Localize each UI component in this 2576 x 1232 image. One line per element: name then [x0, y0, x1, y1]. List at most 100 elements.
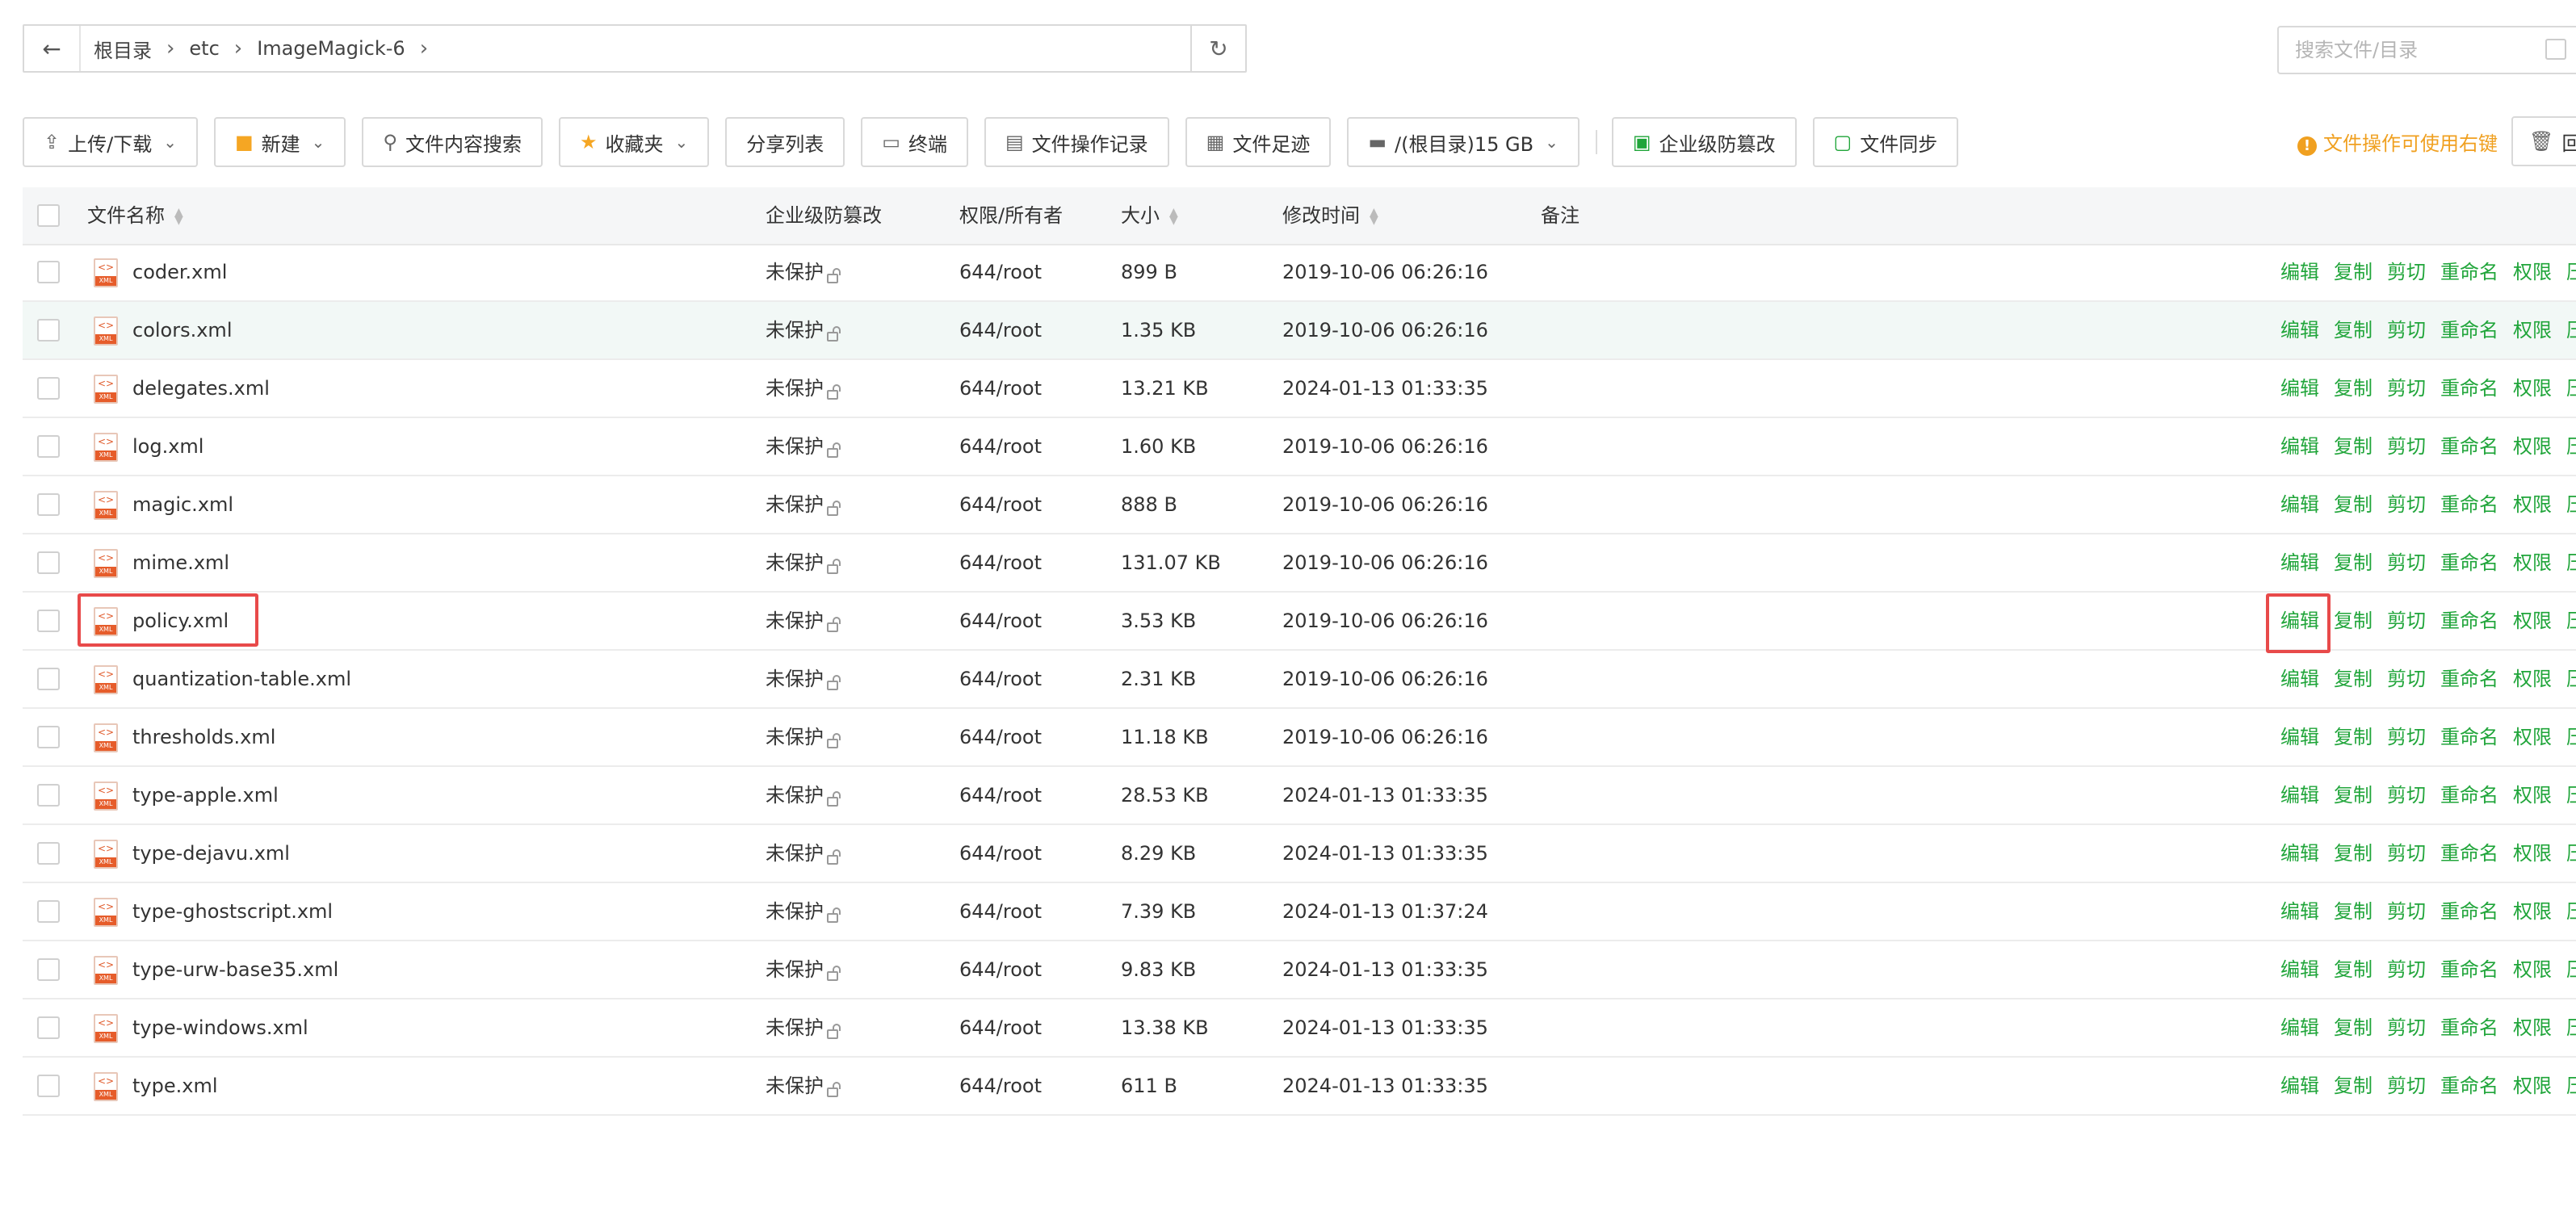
- disk-button[interactable]: ▬/(根目录)15 GB ⌄: [1347, 117, 1580, 167]
- edit-action[interactable]: 编辑: [2280, 668, 2319, 690]
- protect-status[interactable]: 未保护: [766, 476, 841, 533]
- table-row[interactable]: <> XML type-windows.xml 未保护 644/root 13.3…: [23, 999, 2576, 1058]
- compress-action[interactable]: 压: [2566, 493, 2576, 516]
- permission-owner[interactable]: 644/root: [959, 767, 1042, 823]
- permission-action[interactable]: 权限: [2513, 784, 2552, 807]
- rename-action[interactable]: 重命名: [2440, 551, 2498, 574]
- rename-action[interactable]: 重命名: [2440, 1016, 2498, 1039]
- permission-action[interactable]: 权限: [2513, 726, 2552, 748]
- row-checkbox[interactable]: [37, 1016, 60, 1039]
- compress-action[interactable]: 压: [2566, 842, 2576, 865]
- cut-action[interactable]: 剪切: [2387, 668, 2426, 690]
- rename-action[interactable]: 重命名: [2440, 726, 2498, 748]
- row-checkbox[interactable]: [37, 319, 60, 342]
- table-row[interactable]: <> XML colors.xml 未保护 644/root 1.35 KB 20…: [23, 302, 2576, 360]
- file-name[interactable]: type.xml: [132, 1058, 218, 1114]
- edit-action[interactable]: 编辑: [2280, 900, 2319, 923]
- protect-status[interactable]: 未保护: [766, 883, 841, 940]
- rename-action[interactable]: 重命名: [2440, 493, 2498, 516]
- edit-action[interactable]: 编辑: [2280, 958, 2319, 981]
- table-row[interactable]: <> XML delegates.xml 未保护 644/root 13.21 K…: [23, 360, 2576, 418]
- compress-action[interactable]: 压: [2566, 726, 2576, 748]
- protect-status[interactable]: 未保护: [766, 302, 841, 358]
- permission-owner[interactable]: 644/root: [959, 709, 1042, 765]
- copy-action[interactable]: 复制: [2334, 842, 2373, 865]
- rename-action[interactable]: 重命名: [2440, 842, 2498, 865]
- copy-action[interactable]: 复制: [2334, 1075, 2373, 1097]
- permission-owner[interactable]: 644/root: [959, 825, 1042, 882]
- edit-action[interactable]: 编辑: [2280, 435, 2319, 458]
- permission-action[interactable]: 权限: [2513, 377, 2552, 400]
- column-name[interactable]: 文件名称 ▲ ▼: [87, 187, 183, 244]
- protect-status[interactable]: 未保护: [766, 941, 841, 998]
- protect-status[interactable]: 未保护: [766, 418, 841, 475]
- permission-owner[interactable]: 644/root: [959, 360, 1042, 417]
- protect-status[interactable]: 未保护: [766, 1058, 841, 1114]
- recycle-bin-button[interactable]: 🗑 回: [2511, 116, 2576, 166]
- edit-action[interactable]: 编辑: [2280, 1075, 2319, 1097]
- permission-action[interactable]: 权限: [2513, 319, 2552, 342]
- copy-action[interactable]: 复制: [2334, 784, 2373, 807]
- permission-owner[interactable]: 644/root: [959, 534, 1042, 591]
- table-row[interactable]: <> XML magic.xml 未保护 644/root 888 B 2019-…: [23, 476, 2576, 534]
- copy-action[interactable]: 复制: [2334, 319, 2373, 342]
- permission-owner[interactable]: 644/root: [959, 244, 1042, 300]
- rename-action[interactable]: 重命名: [2440, 668, 2498, 690]
- edit-action[interactable]: 编辑: [2280, 551, 2319, 574]
- cut-action[interactable]: 剪切: [2387, 1016, 2426, 1039]
- permission-action[interactable]: 权限: [2513, 1016, 2552, 1039]
- copy-action[interactable]: 复制: [2334, 551, 2373, 574]
- protect-status[interactable]: 未保护: [766, 244, 841, 300]
- edit-action[interactable]: 编辑: [2280, 842, 2319, 865]
- upload-download-button[interactable]: ⇪ 上传/下载 ⌄: [23, 117, 198, 167]
- table-row[interactable]: <> XML log.xml 未保护 644/root 1.60 KB 2019-…: [23, 418, 2576, 476]
- compress-action[interactable]: 压: [2566, 610, 2576, 632]
- compress-action[interactable]: 压: [2566, 551, 2576, 574]
- row-checkbox[interactable]: [37, 726, 60, 748]
- file-name[interactable]: type-ghostscript.xml: [132, 883, 333, 940]
- row-checkbox[interactable]: [37, 842, 60, 865]
- rename-action[interactable]: 重命名: [2440, 610, 2498, 632]
- permission-owner[interactable]: 644/root: [959, 999, 1042, 1056]
- table-row[interactable]: <> XML thresholds.xml 未保护 644/root 11.18 …: [23, 709, 2576, 767]
- row-checkbox[interactable]: [37, 551, 60, 574]
- copy-action[interactable]: 复制: [2334, 493, 2373, 516]
- permission-owner[interactable]: 644/root: [959, 1058, 1042, 1114]
- cut-action[interactable]: 剪切: [2387, 435, 2426, 458]
- copy-action[interactable]: 复制: [2334, 726, 2373, 748]
- permission-action[interactable]: 权限: [2513, 1075, 2552, 1097]
- row-checkbox[interactable]: [37, 958, 60, 981]
- row-checkbox[interactable]: [37, 900, 60, 923]
- file-name[interactable]: coder.xml: [132, 244, 227, 300]
- permission-action[interactable]: 权限: [2513, 958, 2552, 981]
- permission-owner[interactable]: 644/root: [959, 476, 1042, 533]
- permission-owner[interactable]: 644/root: [959, 883, 1042, 940]
- edit-action[interactable]: 编辑: [2280, 726, 2319, 748]
- cut-action[interactable]: 剪切: [2387, 610, 2426, 632]
- protect-status[interactable]: 未保护: [766, 593, 841, 649]
- row-checkbox[interactable]: [37, 493, 60, 516]
- protect-status[interactable]: 未保护: [766, 767, 841, 823]
- op-log-button[interactable]: ▤ 文件操作记录: [984, 117, 1169, 167]
- breadcrumb-item-imagemagick[interactable]: ImageMagick-6: [257, 37, 405, 60]
- permission-action[interactable]: 权限: [2513, 551, 2552, 574]
- compress-action[interactable]: 压: [2566, 435, 2576, 458]
- breadcrumb-item-root[interactable]: 根目录: [94, 35, 152, 63]
- protect-status[interactable]: 未保护: [766, 709, 841, 765]
- copy-action[interactable]: 复制: [2334, 610, 2373, 632]
- permission-owner[interactable]: 644/root: [959, 302, 1042, 358]
- edit-action[interactable]: 编辑: [2280, 493, 2319, 516]
- tamper-protect-button[interactable]: ▣ 企业级防篡改: [1611, 117, 1797, 167]
- search-subdir-checkbox[interactable]: [2545, 39, 2566, 60]
- copy-action[interactable]: 复制: [2334, 958, 2373, 981]
- cut-action[interactable]: 剪切: [2387, 551, 2426, 574]
- copy-action[interactable]: 复制: [2334, 668, 2373, 690]
- rename-action[interactable]: 重命名: [2440, 784, 2498, 807]
- rename-action[interactable]: 重命名: [2440, 958, 2498, 981]
- footprint-button[interactable]: ▦ 文件足迹: [1185, 117, 1332, 167]
- select-all-checkbox[interactable]: [37, 204, 60, 227]
- table-row[interactable]: <> XML type-ghostscript.xml 未保护 644/root …: [23, 883, 2576, 941]
- rename-action[interactable]: 重命名: [2440, 1075, 2498, 1097]
- file-name[interactable]: delegates.xml: [132, 360, 270, 417]
- row-checkbox[interactable]: [37, 261, 60, 283]
